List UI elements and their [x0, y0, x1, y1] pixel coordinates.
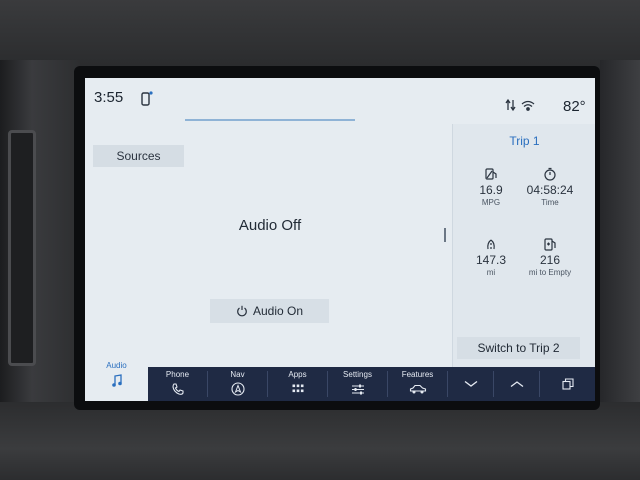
metric-range: 216 mi to Empty	[515, 237, 585, 277]
fuel-economy-icon	[485, 168, 497, 180]
switch-view-button[interactable]	[540, 367, 595, 401]
road-distance-icon	[487, 239, 495, 250]
audio-status-text: Audio Off	[238, 217, 302, 234]
chevron-down-icon	[464, 380, 477, 387]
panel-resize-handle[interactable]	[444, 228, 446, 242]
connectivity-status	[505, 98, 535, 112]
power-icon	[237, 305, 247, 317]
car-icon	[409, 384, 426, 394]
range-value: 216	[539, 253, 561, 267]
phone-connected-icon[interactable]	[141, 91, 153, 107]
stopwatch-icon	[544, 167, 556, 181]
nav-navigation[interactable]: Nav	[208, 367, 267, 401]
copy-icon	[561, 378, 574, 390]
nav-nav-label: Nav	[230, 370, 245, 379]
audio-on-button[interactable]: Audio On	[210, 299, 329, 323]
phone-icon	[171, 383, 184, 395]
nav-audio-label: Audio	[106, 361, 127, 370]
nav-apps-label: Apps	[288, 370, 307, 379]
trip-panel: Trip 1 16.9 MPG 04:58:24 Time 147.3 mi 2…	[452, 124, 595, 367]
apps-grid-icon	[292, 384, 303, 393]
nav-audio[interactable]: Audio	[85, 355, 148, 401]
sources-button[interactable]: Sources	[93, 145, 184, 167]
nav-settings[interactable]: Settings	[328, 367, 387, 401]
nav-phone-label: Phone	[165, 370, 190, 379]
infotainment-screen: 3:55 82° Sources Audio Off Audio On Trip…	[85, 78, 595, 401]
clock: 3:55	[94, 89, 124, 106]
audio-on-label: Audio On	[252, 304, 304, 318]
switch-trip-button[interactable]: Switch to Trip 2	[457, 337, 580, 359]
compass-icon	[230, 382, 245, 396]
nav-apps[interactable]: Apps	[268, 367, 327, 401]
collapse-button[interactable]	[448, 367, 493, 401]
nav-features-label: Features	[401, 370, 434, 379]
expand-button[interactable]	[494, 367, 539, 401]
time-value: 04:58:24	[526, 183, 574, 197]
trip-title[interactable]: Trip 1	[453, 134, 595, 148]
metric-time: 04:58:24 Time	[515, 167, 585, 207]
chevron-up-icon	[510, 381, 523, 388]
outside-temperature: 82°	[563, 98, 586, 115]
page-indicator	[185, 119, 355, 121]
dashboard-top	[0, 0, 640, 70]
nav-features[interactable]: Features	[388, 367, 447, 401]
bottom-nav: Audio Phone Nav Apps Settings Features	[85, 355, 595, 401]
air-vent	[8, 130, 36, 366]
nav-phone[interactable]: Phone	[148, 367, 207, 401]
fuel-pump-icon	[544, 238, 556, 251]
sliders-icon	[351, 384, 364, 395]
music-note-icon	[111, 374, 122, 387]
wifi-icon	[521, 100, 535, 111]
dashboard-bottom	[0, 402, 640, 480]
time-label: Time	[541, 198, 559, 207]
range-label: mi to Empty	[528, 268, 572, 277]
data-transfer-icon	[505, 98, 516, 112]
nav-settings-label: Settings	[343, 370, 372, 379]
